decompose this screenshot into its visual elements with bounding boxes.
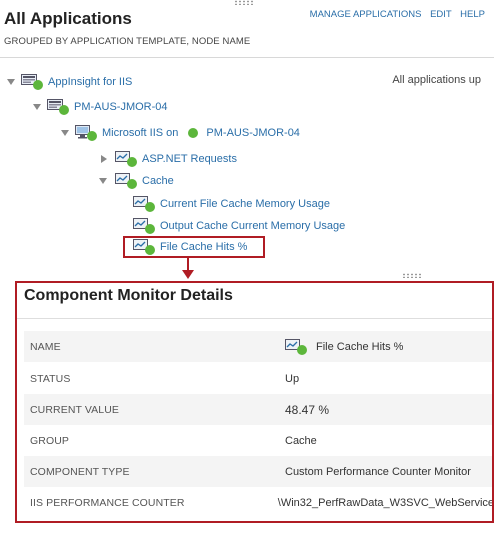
details-key: IIS PERFORMANCE COUNTER [30,496,185,509]
node-server-icon [47,99,69,115]
details-value: Up [285,372,300,385]
details-value: File Cache Hits % [285,338,404,355]
details-key: NAME [30,340,61,353]
expand-arrow-icon[interactable] [33,104,41,110]
expand-arrow-icon[interactable] [61,130,69,136]
tree-row-current-file-cache: Current File Cache Memory Usage [133,195,330,213]
component-chart-icon [133,218,155,234]
details-key: GROUP [30,434,70,447]
aspnet-requests-link[interactable]: ASP.NET Requests [142,153,237,165]
cache-link[interactable]: Cache [142,175,174,187]
details-row-status: STATUS Up [24,363,492,394]
arrow-down-icon [182,270,194,279]
collapse-arrow-icon[interactable] [101,155,107,163]
application-monitor-icon [21,74,43,90]
resize-grip-top[interactable] [234,0,254,5]
manage-applications-link[interactable]: MANAGE APPLICATIONS [310,9,422,20]
page-subtitle: GROUPED BY APPLICATION TEMPLATE, NODE NA… [4,36,251,47]
page-title: All Applications [4,9,132,28]
current-file-cache-link[interactable]: Current File Cache Memory Usage [160,198,330,210]
component-chart-icon [285,338,307,355]
panel-divider [17,318,492,319]
application-node-link[interactable]: PM-AUS-JMOR-04 [206,127,300,139]
header-divider [0,57,494,58]
header-links: MANAGE APPLICATIONS EDIT HELP [304,9,485,20]
details-key: STATUS [30,372,71,385]
details-row-iis-counter: IIS PERFORMANCE COUNTER \Win32_PerfRawDa… [24,487,494,518]
panel-title: Component Monitor Details [24,287,233,304]
tree-row-aspnet: ASP.NET Requests [101,150,237,168]
details-value: 48.47 % [285,402,330,417]
details-row-current-value: CURRENT VALUE 48.47 % [24,394,492,425]
help-link[interactable]: HELP [460,9,485,20]
edit-link[interactable]: EDIT [430,9,451,20]
details-row-name: NAME File Cache Hits % [24,331,492,362]
tree-row-template: AppInsight for IIS [7,73,132,91]
tree-row-cache: Cache [99,172,174,190]
expand-arrow-icon[interactable] [7,79,15,85]
details-key: CURRENT VALUE [30,403,120,416]
component-monitor-details-panel: Component Monitor Details NAME File Cach… [15,281,494,523]
template-link[interactable]: AppInsight for IIS [48,76,132,88]
summary-status: All applications up [392,74,481,86]
details-name-value: File Cache Hits % [316,340,404,353]
details-value: \Win32_PerfRawData_W3SVC_WebService [277,496,494,509]
node-link[interactable]: PM-AUS-JMOR-04 [74,101,168,113]
status-up-icon [188,128,199,138]
output-cache-link[interactable]: Output Cache Current Memory Usage [160,220,345,232]
highlight-callout [123,236,265,258]
details-key: COMPONENT TYPE [30,465,130,478]
computer-monitor-icon [75,125,97,141]
component-chart-icon [133,196,155,212]
tree-row-application: Microsoft IIS on PM-AUS-JMOR-04 [61,124,300,142]
details-value: Cache [285,434,317,447]
details-value: Custom Performance Counter Monitor [285,465,471,478]
component-chart-icon [115,173,137,189]
tree-row-output-cache: Output Cache Current Memory Usage [133,217,345,235]
expand-arrow-icon[interactable] [99,178,107,184]
tree-row-node: PM-AUS-JMOR-04 [33,98,168,116]
component-chart-icon [115,151,137,167]
application-prefix[interactable]: Microsoft IIS on [102,127,178,139]
details-row-component-type: COMPONENT TYPE Custom Performance Counte… [24,456,492,487]
resize-grip-panel[interactable] [402,273,422,278]
details-row-group: GROUP Cache [24,425,492,456]
